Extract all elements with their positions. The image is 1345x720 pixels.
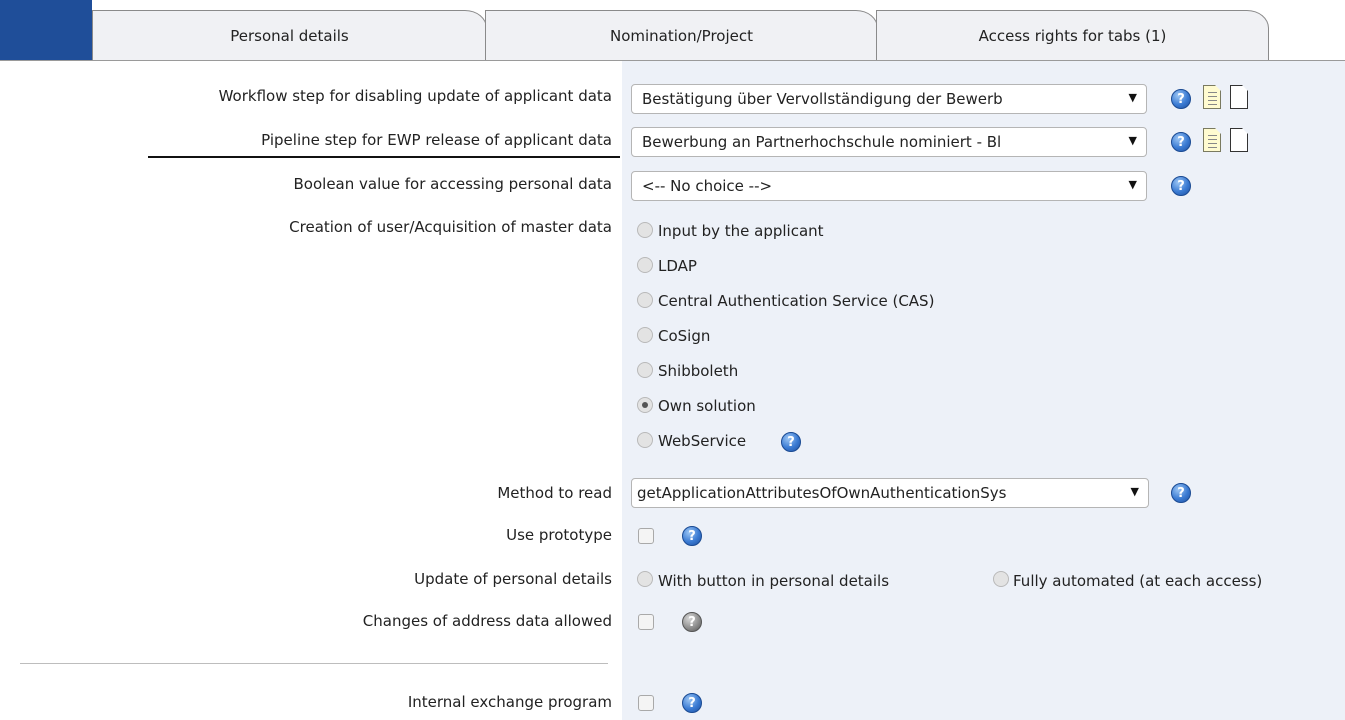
document-text-icon[interactable] xyxy=(1203,128,1221,152)
label-underline xyxy=(148,156,620,158)
dropdown-arrow-icon: ▼ xyxy=(1128,178,1137,191)
help-icon[interactable]: ? xyxy=(781,432,801,452)
section-divider xyxy=(20,663,608,664)
radio-label: Fully automated (at each access) xyxy=(1013,572,1263,590)
radio-label: LDAP xyxy=(658,257,697,275)
dropdown-arrow-icon: ▼ xyxy=(1128,134,1137,147)
tab-label: Personal details xyxy=(230,26,349,45)
radio-cas[interactable] xyxy=(637,292,653,308)
pipeline-step-value: Bewerbung an Partnerhochschule nominiert… xyxy=(642,133,1002,151)
radio-fully-automated[interactable] xyxy=(993,571,1009,587)
address-changes-label: Changes of address data allowed xyxy=(362,612,612,630)
radio-label: Input by the applicant xyxy=(658,222,824,240)
workflow-step-select[interactable]: Bestätigung über Vervollständigung der B… xyxy=(631,84,1147,114)
tab-bar: Personal details Nomination/Project Acce… xyxy=(0,0,1345,62)
help-icon[interactable]: ? xyxy=(1171,89,1191,109)
pipeline-step-label: Pipeline step for EWP release of applica… xyxy=(261,131,612,149)
boolean-value-value: <-- No choice --> xyxy=(642,177,773,195)
dropdown-arrow-icon: ▼ xyxy=(1128,91,1137,104)
radio-with-button[interactable] xyxy=(637,571,653,587)
boolean-value-select[interactable]: <-- No choice --> ▼ xyxy=(631,171,1147,201)
radio-label: With button in personal details xyxy=(658,572,890,590)
internal-exchange-label: Internal exchange program xyxy=(407,693,612,711)
method-to-read-value: getApplicationAttributesOfOwnAuthenticat… xyxy=(637,484,1007,502)
dropdown-arrow-icon: ▼ xyxy=(1130,485,1139,498)
tab-personal-details[interactable]: Personal details xyxy=(92,10,487,60)
use-prototype-label: Use prototype xyxy=(506,526,612,544)
use-prototype-checkbox[interactable] xyxy=(638,528,654,544)
method-to-read-select[interactable]: getApplicationAttributesOfOwnAuthenticat… xyxy=(631,478,1149,508)
document-blank-icon[interactable] xyxy=(1230,85,1248,109)
document-blank-icon[interactable] xyxy=(1230,128,1248,152)
creation-label: Creation of user/Acquisition of master d… xyxy=(289,218,612,236)
radio-ldap[interactable] xyxy=(637,257,653,273)
tab-label: Access rights for tabs (1) xyxy=(978,26,1167,45)
document-text-icon[interactable] xyxy=(1203,85,1221,109)
help-icon[interactable]: ? xyxy=(1171,483,1191,503)
active-tab-marker[interactable] xyxy=(0,0,92,60)
method-to-read-label: Method to read xyxy=(497,484,612,502)
workflow-step-value: Bestätigung über Vervollständigung der B… xyxy=(642,90,1003,108)
form-values-panel xyxy=(622,61,1345,720)
radio-label: Central Authentication Service (CAS) xyxy=(658,292,935,310)
workflow-step-label: Workflow step for disabling update of ap… xyxy=(218,87,612,105)
radio-own-solution[interactable] xyxy=(637,397,653,413)
tab-nomination-project[interactable]: Nomination/Project xyxy=(485,10,878,60)
radio-label: CoSign xyxy=(658,327,711,345)
tab-label: Nomination/Project xyxy=(610,26,753,45)
internal-exchange-checkbox[interactable] xyxy=(638,695,654,711)
boolean-value-label: Boolean value for accessing personal dat… xyxy=(293,175,612,193)
radio-label: Shibboleth xyxy=(658,362,739,380)
radio-input-by-applicant[interactable] xyxy=(637,222,653,238)
help-icon[interactable]: ? xyxy=(682,612,702,632)
radio-label: WebService xyxy=(658,432,747,450)
pipeline-step-select[interactable]: Bewerbung an Partnerhochschule nominiert… xyxy=(631,127,1147,157)
radio-webservice[interactable] xyxy=(637,432,653,448)
address-changes-checkbox[interactable] xyxy=(638,614,654,630)
radio-shibboleth[interactable] xyxy=(637,362,653,378)
help-icon[interactable]: ? xyxy=(1171,176,1191,196)
radio-cosign[interactable] xyxy=(637,327,653,343)
help-icon[interactable]: ? xyxy=(1171,132,1191,152)
tab-access-rights[interactable]: Access rights for tabs (1) xyxy=(876,10,1269,60)
help-icon[interactable]: ? xyxy=(682,526,702,546)
update-personal-label: Update of personal details xyxy=(414,570,612,588)
help-icon[interactable]: ? xyxy=(682,693,702,713)
radio-label: Own solution xyxy=(658,397,756,415)
